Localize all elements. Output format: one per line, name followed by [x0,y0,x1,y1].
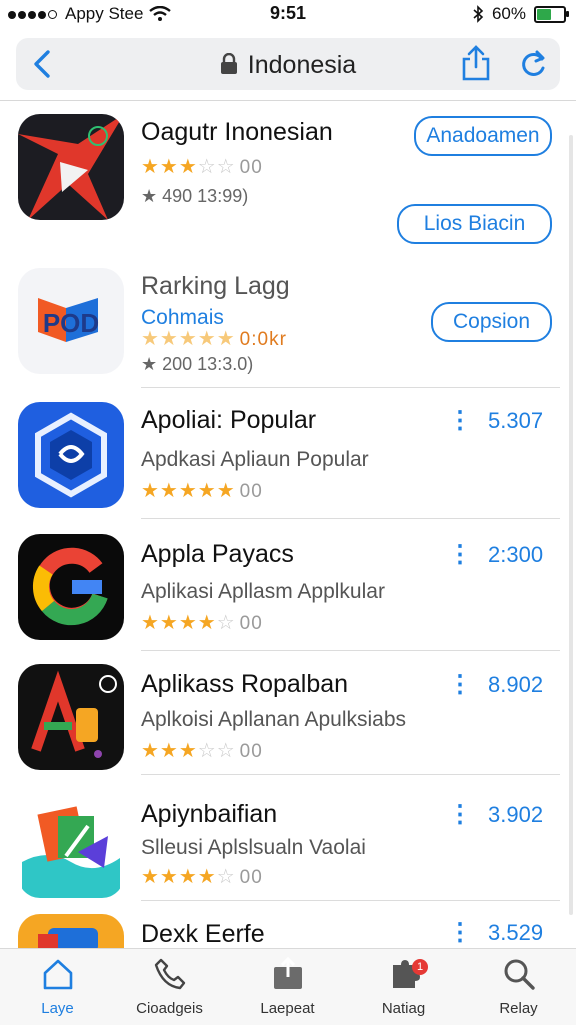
tab-label: Laepeat [260,1000,315,1017]
rating-summary: ★ 490 13:99) [141,186,249,206]
tab-label: Laye [41,1000,74,1017]
star-rating: ★★★★☆ 00 [141,612,263,634]
star-rating: ★★★★★ 00 [141,480,263,502]
app-icon[interactable] [18,792,124,898]
more-options-icon[interactable]: ⋮ [448,406,472,435]
tab-bar: Laye Cioadgeis Laepeat 1 Natiag Relay [0,948,576,1025]
app-name: Dexk Eerfe [141,920,265,948]
more-options-icon[interactable]: ⋮ [448,540,472,569]
tab-games[interactable]: 1 Natiag [346,957,461,1017]
list-item[interactable]: Aplikass Ropalban Aplkoisi Apllanan Apul… [0,664,576,784]
tab-label: Natiag [381,1000,426,1017]
app-price[interactable]: 8.902 [488,672,543,698]
app-subtitle: Aplikasi Apllasm Applkular [141,580,385,603]
notification-badge: 1 [412,959,428,975]
app-icon[interactable] [18,114,124,220]
app-icon[interactable] [18,402,124,508]
app-icon[interactable] [18,534,124,640]
app-subtitle: Slleusi Aplslsualn Vaolai [141,836,366,859]
tab-updates[interactable]: Laepeat [230,956,345,1017]
search-icon [504,959,535,990]
app-subtitle: Aplkoisi Apllanan Apulksiabs [141,708,407,731]
app-icon[interactable] [18,664,124,770]
app-name: Apiynbaifian [141,800,278,828]
divider [141,774,560,775]
app-subtitle: Apdkasi Apliaun Popular [141,448,369,471]
more-options-icon[interactable]: ⋮ [448,800,472,829]
app-name: Appla Payacs [141,540,294,568]
divider [141,387,560,388]
bluetooth-icon [473,5,484,23]
app-price[interactable]: 3.529 [488,920,543,946]
battery-percent: 60% [491,4,526,23]
upload-icon [273,956,302,989]
list-item[interactable]: Dexk Eerfe ⋮ 3.529 [0,912,576,948]
status-bar: Appy Stee 9:51 60% [0,0,576,28]
list-item[interactable]: Apoliai: Popular Apdkasi Apliaun Popular… [0,400,576,522]
get-button[interactable]: Copsion [431,302,552,342]
secondary-button[interactable]: Lios Biacin [397,204,552,244]
tab-home[interactable]: Laye [0,957,115,1017]
tab-search[interactable]: Relay [461,957,576,1017]
share-icon[interactable] [460,45,492,83]
app-name: Rarking Lagg [141,272,290,300]
title-text: Indonesia [247,51,357,79]
divider [141,518,560,519]
battery-icon [534,5,569,23]
app-name: Aplikass Ropalban [141,670,349,698]
refresh-icon[interactable] [518,48,548,80]
divider [141,650,560,651]
tab-label: Relay [499,1000,538,1017]
app-price[interactable]: 5.307 [488,408,543,434]
phone-icon [154,958,185,990]
rating-summary: ★ 200 13:3.0) [141,354,254,374]
app-icon[interactable]: POD [18,268,124,374]
svg-text:POD: POD [43,308,99,338]
list-item[interactable]: Appla Payacs Aplikasi Apllasm Applkular … [0,532,576,654]
list-item[interactable]: POD Rarking Lagg Cohmais ★★★★★ 0:0kr ★ 20… [0,266,576,390]
lock-icon [220,53,237,74]
scrollbar[interactable] [569,135,573,915]
home-icon [43,959,72,990]
list-item[interactable]: Apiynbaifian Slleusi Aplslsualn Vaolai ★… [0,792,576,912]
divider [141,900,560,901]
star-rating: ★★★★☆ 00 [141,866,263,888]
app-name: Apoliai: Popular [141,406,317,434]
tab-label: Cioadgeis [136,1000,203,1017]
more-options-icon[interactable]: ⋮ [448,918,472,947]
get-button[interactable]: Anadoamen [414,116,552,156]
divider [0,100,576,101]
app-price[interactable]: 2:300 [488,542,543,568]
app-icon[interactable] [18,914,124,948]
star-rating: ★★★☆☆ 00 [141,156,263,178]
tab-calls[interactable]: Cioadgeis [112,957,227,1017]
star-rating: ★★★★★ 0:0kr [141,328,287,350]
app-price[interactable]: 3.902 [488,802,543,828]
star-rating: ★★★☆☆ 00 [141,740,263,762]
app-name: Oagutr Inonesian [141,118,333,146]
address-bar: Indonesia [16,38,560,90]
more-options-icon[interactable]: ⋮ [448,670,472,699]
list-item[interactable]: Oagutr Inonesian ★★★☆☆ 00 ★ 490 13:99) An… [0,114,576,254]
